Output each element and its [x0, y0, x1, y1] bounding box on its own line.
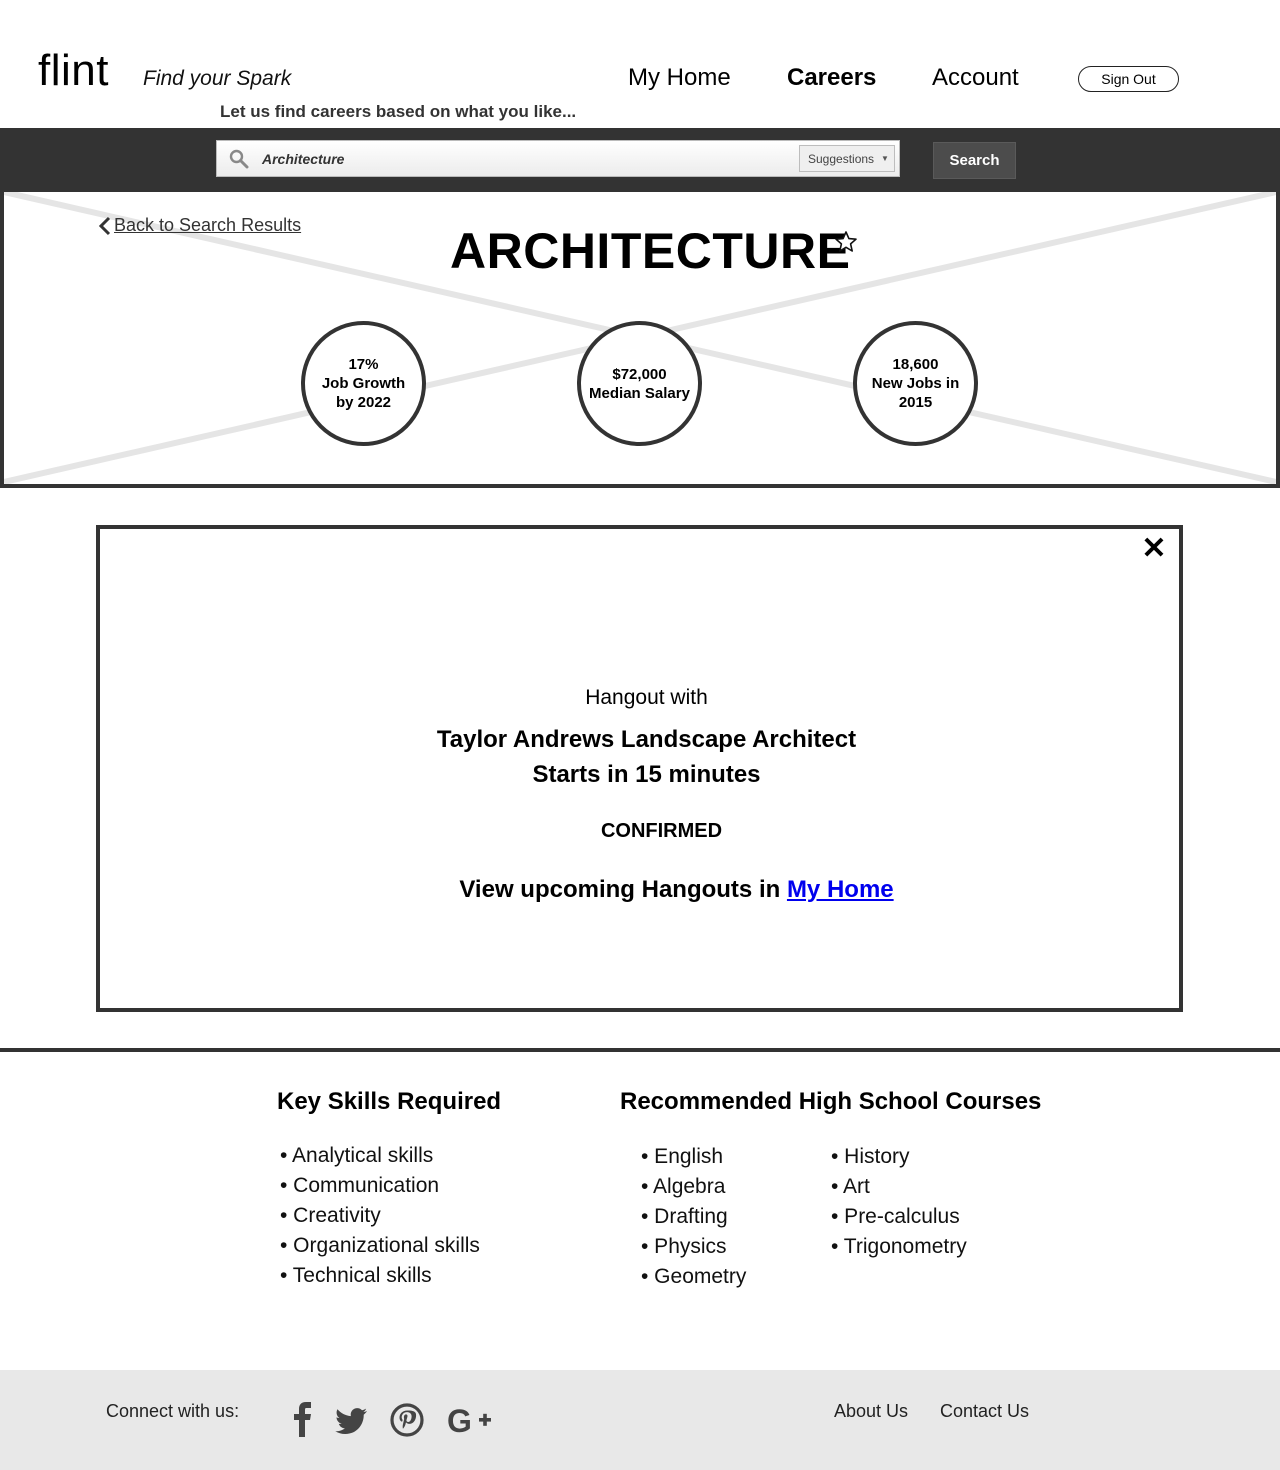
list-item: • Pre-calculus: [831, 1205, 960, 1228]
list-item: • Creativity: [280, 1204, 381, 1227]
section-divider: [0, 1048, 1280, 1052]
view-hangouts-text: View upcoming Hangouts in: [459, 876, 781, 903]
facebook-icon[interactable]: [292, 1400, 314, 1440]
list-item: • Geometry: [641, 1265, 747, 1288]
list-item: • English: [641, 1145, 724, 1168]
career-title: ARCHITECTURE: [450, 223, 851, 279]
stat-label: 2015: [898, 394, 933, 411]
nav-my-home[interactable]: My Home: [628, 64, 731, 92]
courses-list-col2: • History • Art • Pre-calculus • Trigono…: [831, 1142, 967, 1262]
back-to-results-link[interactable]: Back to Search Results: [98, 215, 301, 236]
chevron-down-icon: ▼: [881, 154, 889, 163]
sign-out-button[interactable]: Sign Out: [1078, 66, 1179, 92]
subtagline: Let us find careers based on what you li…: [220, 102, 577, 121]
stat-new-jobs: 18,600 New Jobs in 2015: [853, 321, 978, 446]
suggestions-dropdown[interactable]: Suggestions ▼: [799, 145, 895, 172]
list-item: • Technical skills: [280, 1264, 432, 1287]
courses-title: Recommended High School Courses: [620, 1088, 1042, 1115]
stat-value: 17%: [348, 356, 379, 373]
stat-value: $72,000: [612, 365, 667, 383]
google-plus-icon[interactable]: G: [447, 1400, 493, 1440]
pinterest-icon[interactable]: [389, 1400, 425, 1440]
stat-median-salary: $72,000 Median Salary: [577, 321, 702, 446]
list-item: • Algebra: [641, 1175, 726, 1198]
list-item: • Trigonometry: [831, 1235, 967, 1258]
svg-text:G: G: [447, 1403, 472, 1439]
close-icon[interactable]: ✕: [1141, 534, 1167, 564]
key-skills-title: Key Skills Required: [277, 1088, 502, 1115]
confirmation-status: CONFIRMED: [600, 820, 723, 842]
connect-label: Connect with us:: [106, 1401, 240, 1421]
list-item: • Drafting: [641, 1205, 728, 1228]
flint-logo[interactable]: flint: [38, 46, 109, 96]
chevron-left-icon: [98, 216, 111, 235]
list-item: • Analytical skills: [280, 1144, 434, 1167]
about-us-link[interactable]: About Us: [834, 1401, 908, 1422]
list-item: • Communication: [280, 1174, 440, 1197]
star-icon[interactable]: [834, 230, 858, 254]
hangout-with-label: Hangout with: [585, 686, 708, 709]
hangout-start-time: Starts in 15 minutes: [532, 761, 761, 788]
courses-list-col1: • English • Algebra • Drafting • Physics…: [641, 1142, 746, 1292]
hangout-host-name: Taylor Andrews Landscape Architect: [436, 726, 857, 753]
list-item: • History: [831, 1145, 910, 1168]
list-item: • Physics: [641, 1235, 727, 1258]
suggestions-label: Suggestions: [808, 151, 875, 166]
back-link-label: Back to Search Results: [114, 215, 302, 235]
stat-value: 18,600: [892, 356, 939, 373]
stat-label: New Jobs in: [871, 375, 960, 392]
stat-job-growth: 17% Job Growth by 2022: [301, 321, 426, 446]
search-button[interactable]: Search: [933, 142, 1016, 179]
tagline: Find your Spark: [143, 67, 292, 90]
stat-label: Median Salary: [589, 384, 690, 402]
list-item: • Organizational skills: [280, 1234, 480, 1257]
twitter-icon[interactable]: [335, 1400, 369, 1440]
contact-us-link[interactable]: Contact Us: [940, 1401, 1029, 1422]
search-input-value[interactable]: Architecture: [262, 151, 344, 167]
stat-label: by 2022: [335, 394, 392, 411]
list-item: • Art: [831, 1175, 870, 1198]
key-skills-list: • Analytical skills • Communication • Cr…: [280, 1141, 480, 1291]
nav-account[interactable]: Account: [932, 64, 1019, 92]
stat-label: Job Growth: [321, 375, 406, 392]
nav-careers[interactable]: Careers: [787, 64, 876, 92]
view-hangouts-message: View upcoming Hangouts in My Home: [133, 876, 1220, 904]
search-icon: [229, 149, 249, 169]
my-home-link[interactable]: My Home: [787, 876, 894, 903]
